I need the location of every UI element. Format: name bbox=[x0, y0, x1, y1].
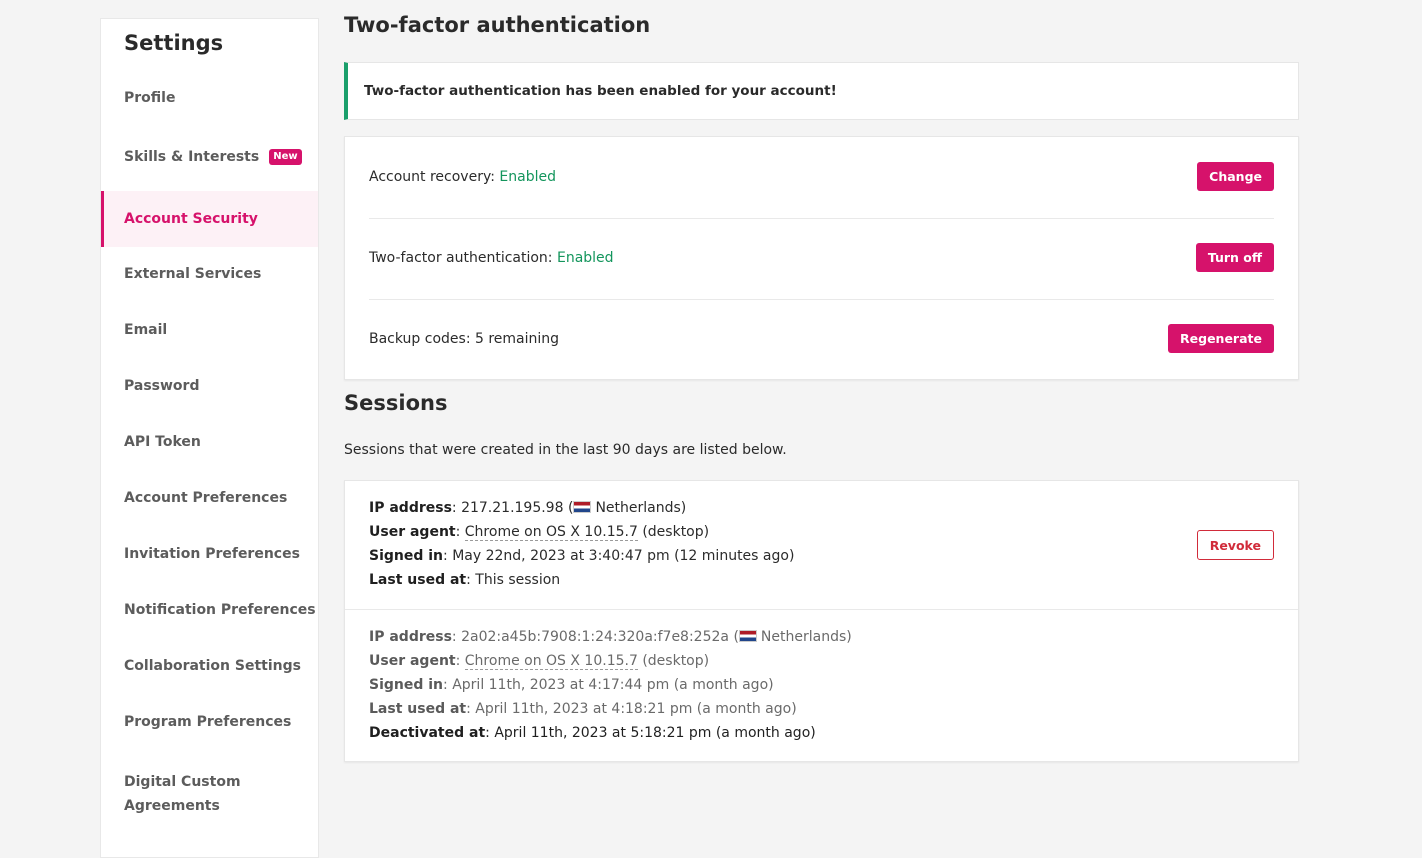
user-agent-value: Chrome on OS X 10.15.7 bbox=[464, 524, 638, 541]
sidebar-item-notification-preferences[interactable]: Notification Preferences bbox=[101, 602, 318, 618]
two-factor-text: Two-factor authentication: Enabled bbox=[369, 218, 614, 299]
sidebar-item-program-preferences[interactable]: Program Preferences bbox=[101, 714, 318, 730]
session-ua-line: User agent: Chrome on OS X 10.15.7 (desk… bbox=[369, 524, 710, 541]
regenerate-button[interactable]: Regenerate bbox=[1168, 324, 1274, 353]
sidebar-item-label: Password bbox=[124, 378, 200, 394]
netherlands-flag-icon bbox=[573, 501, 592, 513]
new-badge: New bbox=[269, 149, 302, 165]
signed-in-value: April 11th, 2023 at 4:17:44 pm (a month … bbox=[452, 677, 774, 693]
country-value: Netherlands bbox=[760, 629, 847, 645]
sidebar-item-label: Profile bbox=[124, 90, 176, 106]
backup-codes-label: Backup codes: 5 remaining bbox=[369, 331, 560, 347]
session-ua-line: User agent: Chrome on OS X 10.15.7 (desk… bbox=[369, 653, 710, 670]
session-item-current: IP address: 217.21.195.98 (Netherlands) … bbox=[345, 496, 1298, 592]
account-recovery-text: Account recovery: Enabled bbox=[369, 137, 556, 218]
sidebar-item-label: Email bbox=[124, 322, 168, 338]
two-factor-row: Two-factor authentication: Enabled Turn … bbox=[369, 218, 1274, 300]
turn-off-button[interactable]: Turn off bbox=[1195, 243, 1274, 272]
sidebar-item-label: Program Preferences bbox=[124, 714, 292, 730]
sidebar-item-label: Digital Custom Agreements bbox=[124, 774, 241, 814]
account-recovery-status: Enabled bbox=[499, 169, 556, 185]
sidebar-item-label: Notification Preferences bbox=[124, 602, 316, 618]
ip-value: 2a02:a45b:7908:1:24:320a:f7e8:252a bbox=[461, 629, 729, 645]
last-used-value: April 11th, 2023 at 4:18:21 pm (a month … bbox=[475, 701, 797, 717]
sidebar-item-label: Account Preferences bbox=[124, 490, 288, 506]
session-deactivated-line: Deactivated at: April 11th, 2023 at 5:18… bbox=[369, 725, 816, 741]
session-signed-in-line: Signed in: April 11th, 2023 at 4:17:44 p… bbox=[369, 677, 774, 693]
sidebar-item-label: Skills & Interests bbox=[124, 149, 260, 165]
ua-label: User agent bbox=[369, 524, 456, 540]
session-divider bbox=[345, 609, 1298, 610]
ua-label: User agent bbox=[369, 653, 456, 669]
sidebar-item-skills-interests[interactable]: Skills & Interests New bbox=[101, 149, 318, 165]
device-value: (desktop) bbox=[642, 524, 710, 540]
sidebar-item-external-services[interactable]: External Services bbox=[101, 266, 318, 282]
settings-sidebar: Settings Profile Skills & Interests New A… bbox=[100, 18, 319, 858]
last-used-label: Last used at bbox=[369, 701, 467, 717]
signed-in-label: Signed in bbox=[369, 548, 444, 564]
sidebar-item-label: Collaboration Settings bbox=[124, 658, 301, 674]
sidebar-item-email[interactable]: Email bbox=[101, 322, 318, 338]
last-used-value: This session bbox=[475, 572, 561, 588]
signed-in-label: Signed in bbox=[369, 677, 444, 693]
ip-label: IP address bbox=[369, 500, 452, 516]
sidebar-item-account-security[interactable]: Account Security bbox=[101, 191, 318, 247]
page-title: Two-factor authentication bbox=[344, 13, 651, 37]
sidebar-item-account-preferences[interactable]: Account Preferences bbox=[101, 490, 318, 506]
sidebar-item-label: Invitation Preferences bbox=[124, 546, 300, 562]
country-value: Netherlands bbox=[595, 500, 681, 516]
signed-in-value: May 22nd, 2023 at 3:40:47 pm (12 minutes… bbox=[452, 548, 795, 564]
device-value: (desktop) bbox=[642, 653, 710, 669]
sidebar-item-label: API Token bbox=[124, 434, 201, 450]
deactivated-label: Deactivated at bbox=[369, 725, 486, 741]
session-ip-line: IP address: 217.21.195.98 (Netherlands) bbox=[369, 500, 687, 516]
security-card: Account recovery: Enabled Change Two-fac… bbox=[344, 136, 1299, 380]
netherlands-flag-icon bbox=[738, 630, 757, 642]
success-alert: Two-factor authentication has been enabl… bbox=[344, 62, 1299, 120]
session-item-previous: IP address: 2a02:a45b:7908:1:24:320a:f7e… bbox=[345, 625, 1298, 745]
user-agent-value: Chrome on OS X 10.15.7 bbox=[464, 653, 638, 670]
two-factor-label: Two-factor authentication: bbox=[369, 250, 553, 266]
two-factor-status: Enabled bbox=[556, 250, 614, 266]
sidebar-item-collaboration-settings[interactable]: Collaboration Settings bbox=[101, 658, 318, 674]
last-used-label: Last used at bbox=[369, 572, 467, 588]
sessions-heading: Sessions bbox=[344, 391, 448, 415]
sidebar-item-invitation-preferences[interactable]: Invitation Preferences bbox=[101, 546, 318, 562]
sidebar-item-password[interactable]: Password bbox=[101, 378, 318, 394]
sessions-description: Sessions that were created in the last 9… bbox=[344, 442, 787, 458]
session-ip-line: IP address: 2a02:a45b:7908:1:24:320a:f7e… bbox=[369, 629, 852, 645]
sidebar-item-label: External Services bbox=[124, 266, 262, 282]
account-recovery-row: Account recovery: Enabled Change bbox=[369, 137, 1274, 219]
ip-value: 217.21.195.98 bbox=[461, 500, 564, 516]
change-button[interactable]: Change bbox=[1197, 162, 1274, 191]
sidebar-item-digital-custom-agreements[interactable]: Digital Custom Agreements bbox=[101, 770, 271, 818]
ip-label: IP address bbox=[369, 629, 452, 645]
sidebar-item-profile[interactable]: Profile bbox=[101, 90, 318, 106]
sidebar-item-label: Account Security bbox=[124, 211, 258, 227]
revoke-button[interactable]: Revoke bbox=[1196, 530, 1274, 560]
account-recovery-label: Account recovery: bbox=[369, 169, 495, 185]
sidebar-title: Settings bbox=[124, 31, 224, 55]
session-signed-in-line: Signed in: May 22nd, 2023 at 3:40:47 pm … bbox=[369, 548, 795, 564]
session-last-used-line: Last used at: April 11th, 2023 at 4:18:2… bbox=[369, 701, 797, 717]
deactivated-value: April 11th, 2023 at 5:18:21 pm (a month … bbox=[494, 725, 816, 741]
sessions-card: IP address: 217.21.195.98 (Netherlands) … bbox=[344, 480, 1299, 762]
session-last-used-line: Last used at: This session bbox=[369, 572, 561, 588]
sidebar-item-api-token[interactable]: API Token bbox=[101, 434, 318, 450]
backup-codes-row: Backup codes: 5 remaining Regenerate bbox=[369, 299, 1274, 380]
